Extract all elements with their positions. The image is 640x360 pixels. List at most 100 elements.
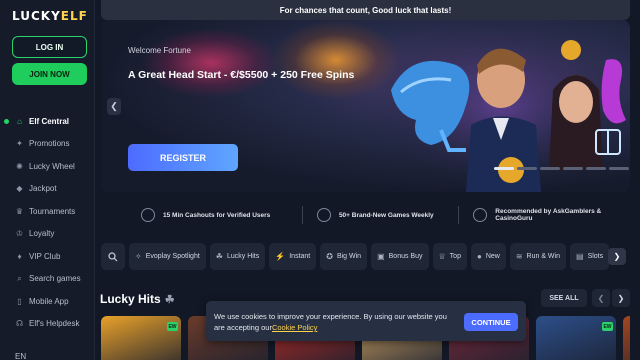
category-top[interactable]: ♕ Top — [432, 243, 467, 270]
feature-divider — [301, 206, 303, 224]
vip-icon: ♦ — [17, 251, 22, 261]
category-new[interactable]: ● New — [470, 243, 506, 270]
trophy-icon: ♛ — [15, 206, 24, 216]
sidebar-item-loyalty[interactable]: ♔ Loyalty — [0, 223, 95, 246]
cookie-policy-link[interactable]: Cookie Policy — [272, 323, 317, 332]
sidebar-item-label: VIP Club — [29, 251, 61, 261]
sidebar-item-elf-s-helpdesk[interactable]: ☊ Elf's Helpdesk — [0, 313, 95, 336]
category-label: Big Win — [336, 253, 362, 260]
phone-icon: ▯ — [17, 296, 22, 306]
sidebar-item-jackpot[interactable]: ◆ Jackpot — [0, 178, 95, 201]
logo-text-lucky: LUCKY — [12, 9, 61, 23]
sidebar-item-label: Tournaments — [29, 206, 76, 216]
category-evoplay-spotlight[interactable]: ✧ Evoplay Spotlight — [129, 243, 206, 270]
see-all-button[interactable]: SEE ALL — [541, 289, 587, 307]
category-label: Slots — [587, 253, 604, 260]
slide-dot[interactable] — [586, 167, 606, 170]
slide-dot[interactable] — [609, 167, 629, 170]
new-icon: ● — [476, 252, 482, 261]
category-search-button[interactable] — [101, 243, 125, 270]
timer-icon — [141, 208, 155, 222]
sidebar: LUCKYELF LOG IN JOIN NOW ⌂ Elf Central ✦ Pr… — [0, 0, 95, 360]
category-bonus-buy[interactable]: ▣ Bonus Buy — [371, 243, 429, 270]
sidebar-item-label: Lucky Wheel — [29, 161, 75, 171]
new-badge: EW — [167, 322, 178, 331]
wheel-icon: ✺ — [16, 161, 23, 171]
cookie-continue-button[interactable]: CONTINUE — [464, 313, 518, 331]
chevron-right-icon: ❯ — [613, 252, 621, 261]
promo-topbar: For chances that count, Good luck that l… — [101, 0, 630, 20]
category-slots[interactable]: ▤ Slots — [570, 243, 610, 270]
sidebar-item-elf-central[interactable]: ⌂ Elf Central — [0, 110, 95, 133]
game-tile[interactable]: EW — [536, 316, 616, 360]
hero-banner: Welcome Fortune A Great Head Start - €/$… — [101, 20, 630, 192]
games-next-button[interactable]: ❯ — [612, 289, 630, 307]
section-title: Lucky Hits ☘ — [100, 292, 175, 306]
main-content: For chances that count, Good luck that l… — [95, 0, 640, 360]
category-instant[interactable]: ⚡ Instant — [269, 243, 317, 270]
slide-dot[interactable] — [563, 167, 583, 170]
category-label: Run & Win — [526, 253, 560, 260]
active-indicator — [4, 118, 9, 124]
games-prev-button[interactable]: ❮ — [592, 289, 610, 307]
join-now-button[interactable]: JOIN NOW — [12, 63, 87, 85]
sidebar-item-tournaments[interactable]: ♛ Tournaments — [0, 200, 95, 223]
sidebar-item-search-games[interactable]: ⌕ Search games — [0, 268, 95, 291]
category-big-win[interactable]: ✪ Big Win — [320, 243, 368, 270]
category-label: Evoplay Spotlight — [145, 253, 200, 260]
crown-icon: ♔ — [15, 229, 24, 239]
category-lucky-hits[interactable]: ☘ Lucky Hits — [209, 243, 266, 270]
sidebar-item-vip-club[interactable]: ♦ VIP Club — [0, 245, 95, 268]
cookie-text: We use cookies to improve your experienc… — [214, 312, 447, 332]
app-root: LUCKYELF LOG IN JOIN NOW ⌂ Elf Central ✦ Pr… — [0, 0, 640, 360]
category-run-win[interactable]: ≋ Run & Win — [509, 243, 566, 270]
sidebar-item-lucky-wheel[interactable]: ✺ Lucky Wheel — [0, 155, 95, 178]
top-icon: ♕ — [438, 252, 446, 261]
slide-dot[interactable] — [494, 167, 514, 170]
category-label: Instant — [289, 253, 311, 260]
sidebar-item-mobile-app[interactable]: ▯ Mobile App — [0, 290, 95, 313]
gift-icon: ✦ — [16, 139, 23, 149]
game-tile[interactable] — [623, 316, 630, 360]
feature-item: 50+ Brand-New Games Weekly — [316, 208, 444, 222]
register-button[interactable]: REGISTER — [128, 144, 238, 171]
category-label: New — [485, 253, 500, 260]
sparkle-icon — [316, 208, 331, 222]
login-button[interactable]: LOG IN — [12, 36, 87, 58]
category-list: ✧ Evoplay Spotlight ☘ Lucky Hits ⚡ Instant ✪ Bi… — [129, 243, 610, 270]
diamond-icon: ◆ — [16, 184, 23, 194]
sidebar-item-label: Jackpot — [29, 184, 57, 194]
chevron-right-icon: ❯ — [617, 293, 625, 303]
section-title-text: Lucky Hits — [100, 292, 161, 306]
hits-icon: ☘ — [215, 252, 223, 261]
sidebar-item-label: Promotions — [29, 139, 70, 149]
slots-icon: ▤ — [576, 252, 584, 261]
game-tile[interactable]: EW — [101, 316, 181, 360]
cookie-message: We use cookies to improve your experienc… — [214, 311, 459, 333]
slide-dot[interactable] — [540, 167, 560, 170]
category-next-button[interactable]: ❯ — [608, 248, 626, 265]
feature-text: 50+ Brand-New Games Weekly — [338, 211, 434, 219]
medal-icon — [473, 208, 488, 222]
chevron-left-icon: ❮ — [110, 101, 118, 111]
sidebar-item-promotions[interactable]: ✦ Promotions — [0, 133, 95, 156]
cookie-banner: We use cookies to improve your experienc… — [206, 301, 526, 341]
feature-text: Recommended by AskGamblers & CasinoGuru — [495, 208, 602, 222]
sidebar-item-label: Elf's Helpdesk — [29, 319, 80, 329]
feature-item: 15 Min Cashouts for Verified Users — [141, 208, 288, 222]
hero-prev-button[interactable]: ❮ — [107, 98, 121, 115]
category-label: Bonus Buy — [388, 253, 423, 260]
search-icon: ⌕ — [17, 274, 22, 284]
hero-title: A Great Head Start - €/$5500 + 250 Free … — [128, 69, 355, 81]
sidebar-item-label: Search games — [29, 274, 81, 284]
category-bar: ✧ Evoplay Spotlight ☘ Lucky Hits ⚡ Instant ✪ Bi… — [101, 243, 630, 270]
run-icon: ≋ — [515, 252, 523, 261]
clover-icon: ☘ — [164, 294, 175, 306]
category-label: Lucky Hits — [226, 253, 260, 260]
slide-dot[interactable] — [517, 167, 537, 170]
logo-text-elf: ELF — [60, 9, 88, 23]
language-selector[interactable]: EN — [15, 352, 26, 360]
sidebar-nav: ⌂ Elf Central ✦ Promotions ✺ Lucky Wheel ◆ Jack… — [0, 110, 95, 335]
brand-logo[interactable]: LUCKYELF — [12, 9, 88, 23]
feature-divider — [458, 206, 460, 224]
